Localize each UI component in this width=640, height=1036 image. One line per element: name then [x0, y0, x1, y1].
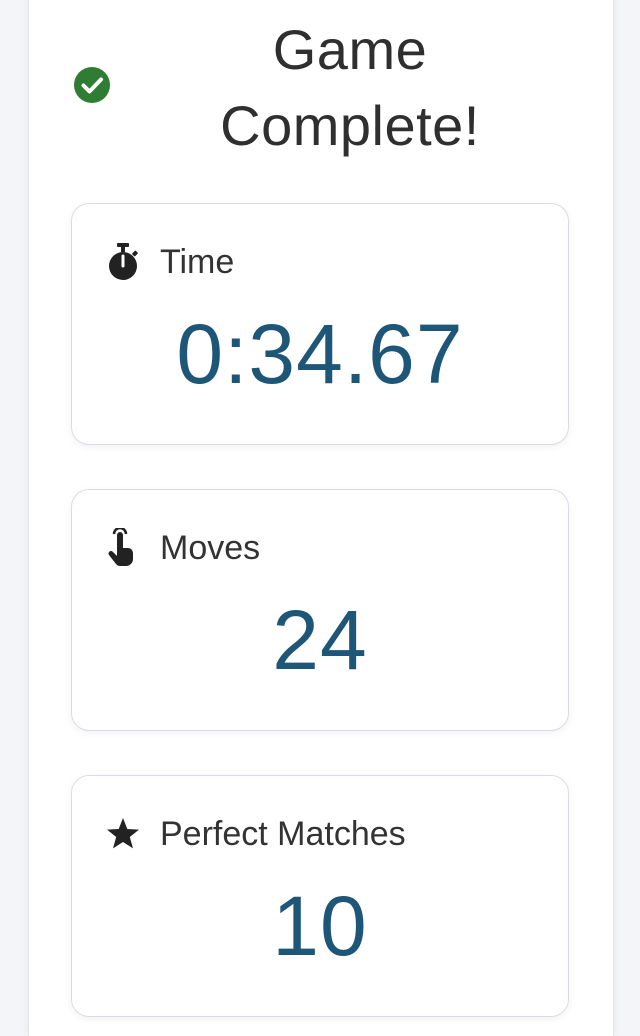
moves-stat-header: Moves — [106, 526, 260, 570]
tap-hand-icon — [106, 528, 142, 568]
moves-label: Moves — [160, 528, 261, 567]
time-label: Time — [160, 242, 235, 281]
time-value: 0:34.67 — [176, 307, 464, 401]
title-line-1: Game — [272, 18, 428, 81]
stopwatch-icon — [106, 242, 142, 282]
perfect-matches-stat-card: Perfect Matches 10 — [71, 775, 569, 1017]
star-icon — [106, 814, 142, 854]
time-stat-card: Time 0:34.67 — [71, 203, 569, 445]
perfect-matches-label: Perfect Matches — [160, 814, 406, 853]
perfect-matches-stat-header: Perfect Matches — [106, 812, 406, 856]
results-header: Game Complete! — [0, 0, 640, 190]
title-line-2: Complete! — [220, 94, 480, 157]
moves-value: 24 — [272, 593, 368, 687]
perfect-matches-value: 10 — [272, 879, 368, 973]
check-circle-icon — [74, 67, 110, 103]
moves-stat-card: Moves 24 — [71, 489, 569, 731]
time-stat-header: Time — [106, 240, 234, 284]
page-title: Game Complete! — [140, 12, 560, 164]
